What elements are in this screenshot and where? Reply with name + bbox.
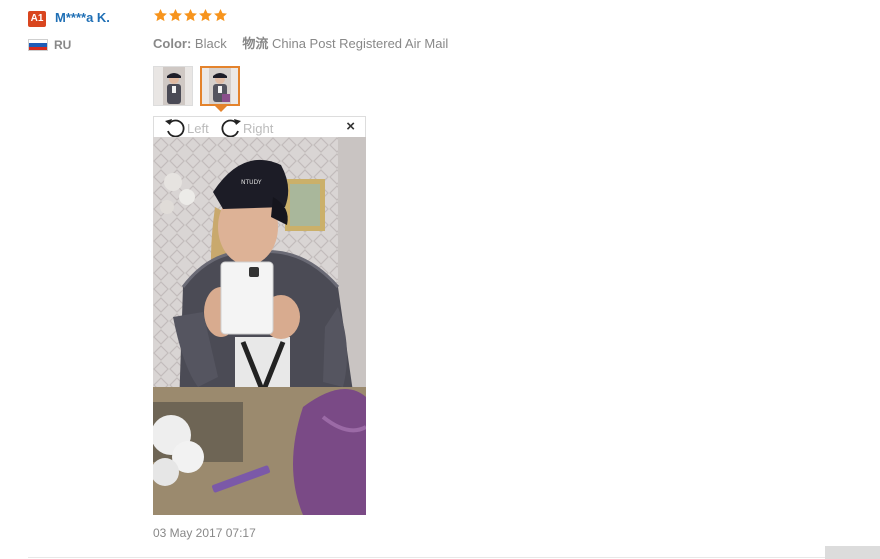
star-rating [153, 8, 228, 23]
review-date: 03 May 2017 07:17 [153, 526, 256, 540]
buyer-level-badge: A1 [28, 11, 46, 27]
country-code: RU [54, 38, 72, 52]
review-photo-thumbnail-1[interactable] [153, 66, 193, 106]
star-icon [199, 8, 212, 22]
star-icon [169, 8, 182, 22]
shipping-value: China Post Registered Air Mail [271, 36, 449, 51]
review-divider [28, 557, 880, 558]
review-photo-large: NTUDY [153, 137, 366, 515]
rotate-right-label: Right [243, 120, 274, 136]
rotate-left-icon [165, 119, 185, 138]
star-icon [184, 8, 197, 22]
color-value: Black [194, 36, 227, 51]
reviewer-name[interactable]: M****a K. [55, 10, 110, 25]
rotate-right-button[interactable]: Right [220, 118, 273, 138]
selected-thumbnail-pointer [215, 106, 227, 112]
scrollbar-corner[interactable] [825, 546, 880, 559]
review-photo-thumbnail-2[interactable] [200, 66, 240, 106]
color-label: Color: [153, 36, 192, 51]
svg-text:NTUDY: NTUDY [241, 179, 262, 186]
star-icon [214, 8, 227, 22]
rotate-left-label: Left [187, 120, 209, 136]
rotate-right-icon [221, 119, 241, 138]
photo-viewer-toolbar: Left Right × [153, 116, 366, 138]
shipping-label: 物流 [242, 36, 269, 51]
review-meta: Color: Black 物流 China Post Registered Ai… [153, 33, 448, 52]
rotate-left-button[interactable]: Left [164, 118, 209, 138]
close-icon[interactable]: × [346, 119, 355, 135]
russia-flag-icon [28, 39, 48, 51]
star-icon [154, 8, 167, 22]
